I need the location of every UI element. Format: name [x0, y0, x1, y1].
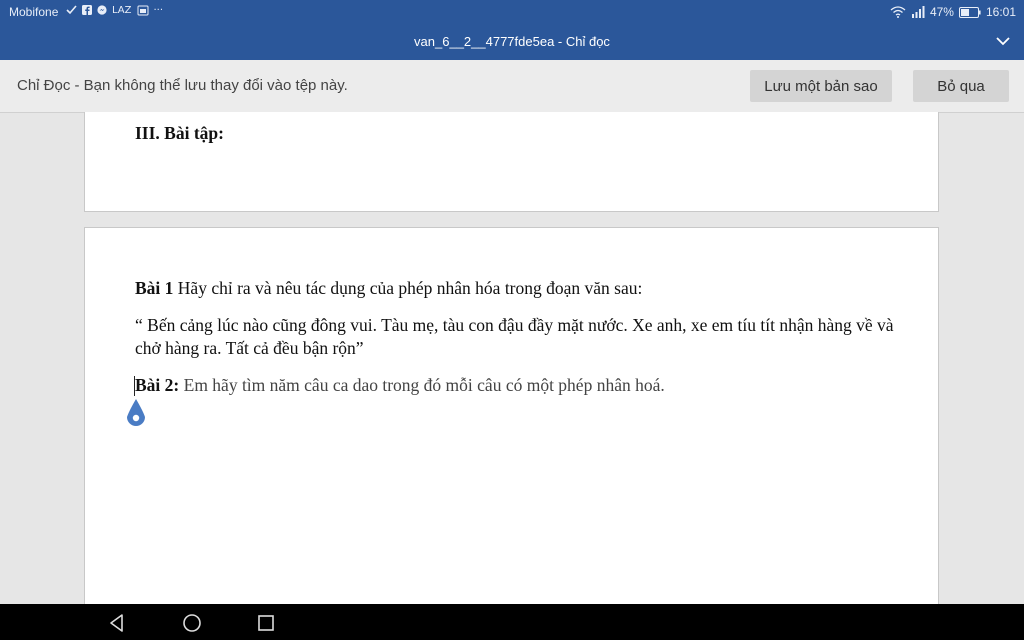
exercise-2-label: Bài 2: — [135, 375, 180, 395]
chevron-down-icon[interactable] — [996, 36, 1010, 46]
text-cursor — [134, 376, 135, 396]
navigation-bar — [0, 604, 1024, 640]
messenger-icon — [97, 5, 107, 15]
app-notification-icon — [137, 5, 148, 16]
recents-icon[interactable] — [255, 612, 277, 634]
document-page[interactable]: III. Bài tập: — [84, 112, 939, 212]
document-title[interactable]: van_6__2__4777fde5ea - Chỉ đọc — [0, 34, 1024, 49]
clock: 16:01 — [985, 5, 1016, 19]
exercise-1-paragraph: Bài 1 Hãy chỉ ra và nêu tác dụng của phé… — [135, 277, 642, 300]
facebook-icon — [82, 5, 92, 15]
battery-icon — [958, 6, 981, 18]
status-right: 47% 16:01 — [890, 5, 1016, 19]
signal-icon — [911, 6, 925, 18]
exercise-2-text: Em hãy tìm năm câu ca dao trong đó mỗi c… — [179, 375, 665, 395]
carrier-name: Mobifone — [9, 5, 59, 19]
exercise-1-label: Bài 1 — [135, 278, 174, 298]
check-icon — [66, 5, 77, 15]
more-notifications: ··· — [153, 4, 164, 16]
exercise-1-quote: “ Bến cảng lúc nào cũng đông vui. Tàu mẹ… — [135, 315, 894, 358]
read-only-banner: Chỉ Đọc - Bạn không thể lưu thay đổi vào… — [0, 60, 1024, 113]
status-bar: Mobifone LAZ ··· 47% 16:01 — [0, 0, 1024, 26]
read-only-message: Chỉ Đọc - Bạn không thể lưu thay đổi vào… — [17, 77, 348, 94]
exercise-2-paragraph: Bài 2: Em hãy tìm năm câu ca dao trong đ… — [135, 374, 665, 397]
cursor-handle-icon[interactable] — [125, 398, 147, 430]
back-icon[interactable] — [106, 612, 128, 634]
app-header: Mobifone LAZ ··· 47% 16:01 van_6__2__477… — [0, 0, 1024, 60]
exercise-1-text: Hãy chỉ ra và nêu tác dụng của phép nhân… — [173, 278, 643, 298]
save-copy-button[interactable]: Lưu một bản sao — [750, 70, 892, 102]
dismiss-button[interactable]: Bỏ qua — [913, 70, 1009, 102]
document-page[interactable]: Bài 1 Hãy chỉ ra và nêu tác dụng của phé… — [84, 227, 939, 607]
notification-text: LAZ — [112, 4, 132, 16]
wifi-icon — [890, 6, 906, 18]
home-icon[interactable] — [181, 612, 203, 634]
section-heading: III. Bài tập: — [135, 123, 224, 143]
battery-percent: 47% — [929, 5, 954, 19]
notification-icons: LAZ ··· — [66, 4, 163, 16]
